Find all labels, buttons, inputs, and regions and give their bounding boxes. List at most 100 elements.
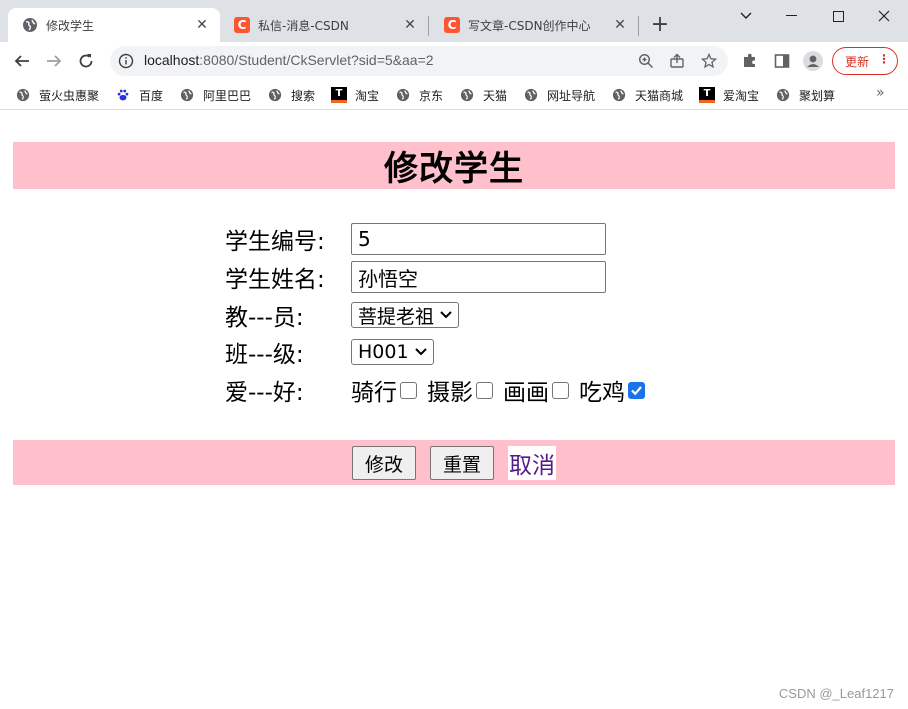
maximize-icon — [832, 10, 844, 22]
tab-separator — [638, 16, 639, 36]
close-window-button[interactable] — [861, 0, 907, 32]
bookmark-label: 天猫 — [483, 88, 508, 103]
forward-button[interactable] — [40, 47, 68, 75]
bookmark-label: 京东 — [419, 88, 444, 103]
url-host: localhost — [144, 52, 200, 68]
watermark: CSDN @_Leaf1217 — [778, 686, 894, 701]
bookmarks-overflow-button[interactable]: » — [876, 85, 885, 101]
close-icon — [878, 10, 890, 22]
page-content: 修改学生 学生编号: 学生姓名: 教---员: 菩提老祖 班---级: H001… — [0, 111, 908, 709]
hobby-checkbox-checked[interactable] — [628, 381, 645, 399]
update-button[interactable]: 更新 ⋮ — [832, 47, 898, 75]
tab-edit-student[interactable]: 修改学生 ✕ — [8, 8, 220, 42]
tab-csdn-messages[interactable]: C 私信-消息-CSDN ✕ — [220, 8, 428, 42]
bookmark-label: 百度 — [139, 88, 164, 103]
bookmark-item[interactable]: 聚划算 — [775, 86, 835, 104]
extensions-puzzle-icon[interactable] — [740, 51, 760, 71]
csdn-icon: C — [234, 17, 250, 33]
reset-button[interactable]: 重置 — [430, 446, 494, 480]
back-arrow-icon — [14, 55, 29, 67]
tab-title: 写文章-CSDN创作中心 — [468, 18, 591, 33]
bookmark-label: 网址导航 — [547, 88, 596, 103]
minimize-button[interactable] — [769, 0, 815, 32]
globe-icon — [523, 87, 539, 103]
sid-input[interactable] — [351, 223, 606, 255]
form-row-sid: 学生编号: — [225, 222, 606, 256]
tab-strip: 修改学生 ✕ C 私信-消息-CSDN ✕ C 写文章-CSDN创作中心 ✕ + — [0, 0, 908, 42]
bookmark-item[interactable]: 天猫商城 — [611, 86, 683, 104]
reload-button[interactable] — [72, 47, 100, 75]
teacher-selected-value: 菩提老祖 — [358, 305, 435, 328]
address-bar[interactable]: localhost:8080/Student/CkServlet?sid=5&a… — [110, 46, 728, 76]
site-info-icon[interactable] — [118, 53, 134, 73]
submit-button[interactable]: 修改 — [352, 446, 416, 480]
maximize-button[interactable] — [815, 0, 861, 32]
name-input[interactable] — [351, 261, 606, 293]
bookmark-item[interactable]: 阿里巴巴 — [179, 86, 251, 104]
form-row-name: 学生姓名: — [225, 260, 606, 294]
class-label: 班---级: — [225, 342, 304, 368]
bookmark-label: 萤火虫惠聚 — [39, 88, 100, 103]
form-row-hobby: 爱---好: 骑行 摄影 画画 吃鸡 — [225, 373, 655, 407]
share-icon[interactable] — [668, 52, 686, 70]
globe-icon — [775, 87, 791, 103]
minimize-icon — [786, 15, 797, 16]
globe-icon — [15, 87, 31, 103]
bookmark-item[interactable]: 网址导航 — [523, 86, 595, 104]
tab-search-button[interactable] — [723, 0, 769, 32]
bookmark-label: 天猫商城 — [635, 88, 684, 103]
hobby-checkbox[interactable] — [400, 381, 417, 399]
name-label: 学生姓名: — [225, 267, 325, 293]
browser-toolbar: localhost:8080/Student/CkServlet?sid=5&a… — [0, 42, 908, 80]
globe-icon — [22, 17, 38, 33]
reload-icon — [79, 54, 93, 68]
profile-avatar-icon[interactable] — [803, 51, 823, 71]
tab-title: 修改学生 — [46, 18, 95, 33]
bookmark-label: 聚划算 — [799, 88, 836, 103]
bookmarks-bar: 萤火虫惠聚 百度 阿里巴巴 搜索 T 淘宝 京东 天猫 网址导航 天猫商城 T … — [0, 80, 908, 110]
form-row-class: 班---级: H001 — [225, 335, 434, 369]
url-text[interactable]: localhost:8080/Student/CkServlet?sid=5&a… — [144, 52, 434, 68]
tab-csdn-editor[interactable]: C 写文章-CSDN创作中心 ✕ — [430, 8, 638, 42]
bookmark-item[interactable]: 搜索 — [267, 86, 315, 104]
checkmark-icon — [631, 385, 642, 395]
bookmark-star-icon[interactable] — [700, 52, 718, 70]
bookmark-item[interactable]: 京东 — [395, 86, 443, 104]
bookmark-item[interactable]: 萤火虫惠聚 — [15, 86, 99, 104]
class-select[interactable]: H001 — [351, 339, 434, 365]
hobby-checkbox[interactable] — [552, 381, 569, 399]
hobby-label: 爱---好: — [225, 380, 304, 406]
bookmark-item[interactable]: T 淘宝 — [331, 86, 379, 104]
hobby-label-text: 画画 — [503, 380, 549, 406]
hobby-label-text: 骑行 — [351, 380, 397, 406]
close-tab-icon[interactable]: ✕ — [612, 17, 628, 33]
zoom-icon[interactable] — [637, 52, 655, 70]
globe-icon — [179, 87, 195, 103]
cancel-link[interactable]: 取消 — [508, 446, 556, 480]
baidu-paw-icon — [115, 87, 131, 103]
bookmark-item[interactable]: 百度 — [115, 86, 163, 104]
bookmark-label: 淘宝 — [355, 88, 380, 103]
teacher-select[interactable]: 菩提老祖 — [351, 302, 460, 328]
globe-icon — [459, 87, 475, 103]
back-button[interactable] — [8, 47, 36, 75]
csdn-icon: C — [444, 17, 460, 33]
class-selected-value: H001 — [358, 341, 409, 363]
side-panel-icon[interactable] — [772, 51, 792, 71]
globe-icon — [267, 87, 283, 103]
hobby-option: 画画 — [503, 373, 569, 407]
new-tab-button[interactable]: + — [648, 14, 672, 38]
hobby-label-text: 吃鸡 — [579, 380, 625, 406]
close-tab-icon[interactable]: ✕ — [402, 17, 418, 33]
close-tab-icon[interactable]: ✕ — [194, 17, 210, 33]
globe-icon — [611, 87, 627, 103]
more-menu-icon[interactable]: ⋮ — [878, 52, 890, 66]
form-row-teacher: 教---员: 菩提老祖 — [225, 298, 460, 332]
bookmark-item[interactable]: T 爱淘宝 — [699, 86, 759, 104]
hobby-label-text: 摄影 — [427, 380, 473, 406]
teacher-label: 教---员: — [225, 305, 304, 331]
tab-separator — [428, 16, 429, 36]
action-bar: 修改 重置 取消 — [13, 440, 895, 485]
bookmark-item[interactable]: 天猫 — [459, 86, 507, 104]
hobby-checkbox[interactable] — [476, 381, 493, 399]
